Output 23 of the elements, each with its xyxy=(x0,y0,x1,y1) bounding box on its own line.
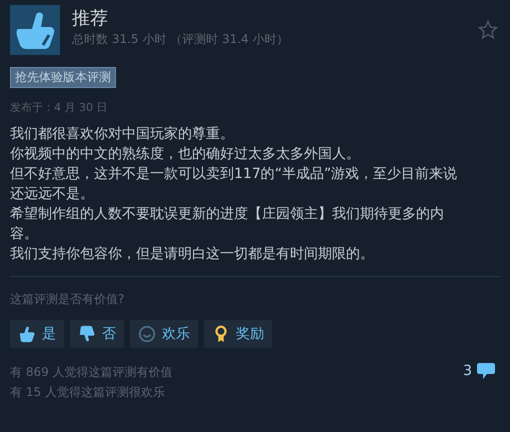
early-access-badge: 抢先体验版本评测 xyxy=(10,67,116,88)
yes-button[interactable]: 是 xyxy=(10,320,64,348)
smiley-icon xyxy=(138,325,156,343)
review-paragraph: 你视频中的中文的熟练度，也的确好过太多太多外国人。 xyxy=(10,145,361,164)
review-verdict: 推荐 xyxy=(72,7,109,31)
helpful-count: 有 869 人觉得这篇评测有价值 xyxy=(10,364,173,381)
posted-date: 发布于：4 月 30 日 xyxy=(10,100,108,115)
comment-icon[interactable] xyxy=(476,362,496,380)
funny-count: 有 15 人觉得这篇评测很欢乐 xyxy=(10,384,166,401)
thumbs-up-icon xyxy=(18,325,36,343)
review-paragraph: 但不好意思，这并不是一款可以卖到117的“半成品”游戏，至少目前来说还远远不是。 xyxy=(10,165,458,204)
review-paragraph: 希望制作组的人数不要耽误更新的进度【庄园领主】我们期待更多的内容。 xyxy=(10,205,445,244)
no-button[interactable]: 否 xyxy=(70,320,124,348)
helpful-question: 这篇评测是否有价值? xyxy=(10,291,126,308)
thumbs-down-icon xyxy=(78,325,96,343)
review-paragraph: 我们都很喜欢你对中国玩家的尊重。 xyxy=(10,125,235,144)
thumbs-up-icon xyxy=(10,5,60,55)
playtime-text: 总时数 31.5 小时 （评测时 31.4 小时） xyxy=(72,31,290,47)
comment-count: 3 xyxy=(463,363,472,379)
funny-button[interactable]: 欢乐 xyxy=(130,320,198,348)
star-icon[interactable] xyxy=(478,20,498,40)
review-paragraph: 我们支持你包容你，但是请明白这一切都是有时间期限的。 xyxy=(10,245,375,264)
award-button[interactable]: 奖励 xyxy=(204,320,272,348)
